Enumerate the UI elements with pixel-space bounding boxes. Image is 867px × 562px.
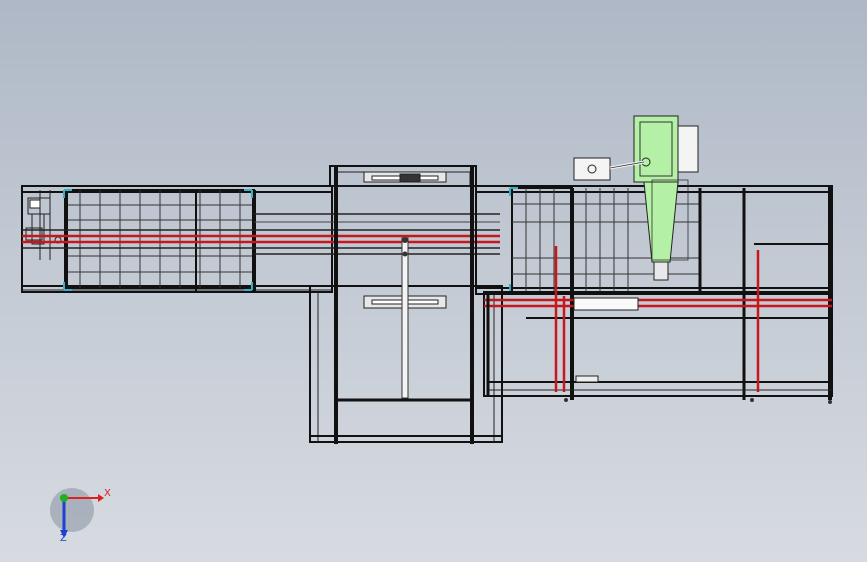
top-slide-block bbox=[363, 171, 447, 183]
motor-assembly bbox=[633, 115, 699, 281]
x-axis-label: X bbox=[104, 488, 111, 499]
vertical-rod bbox=[401, 237, 409, 399]
coordinate-triad: X Z bbox=[50, 488, 111, 544]
triad-shadow bbox=[50, 488, 94, 532]
right-conveyor bbox=[475, 115, 833, 400]
assembly-drawing: X Z bbox=[21, 115, 833, 544]
center-frame bbox=[309, 165, 503, 444]
cad-viewport[interactable]: X Z bbox=[0, 0, 867, 562]
left-conveyor bbox=[21, 185, 333, 293]
left-end-mechanism bbox=[25, 190, 62, 260]
z-axis-label: Z bbox=[60, 533, 67, 544]
y-axis-dot bbox=[60, 494, 68, 502]
left-grid bbox=[66, 190, 254, 288]
